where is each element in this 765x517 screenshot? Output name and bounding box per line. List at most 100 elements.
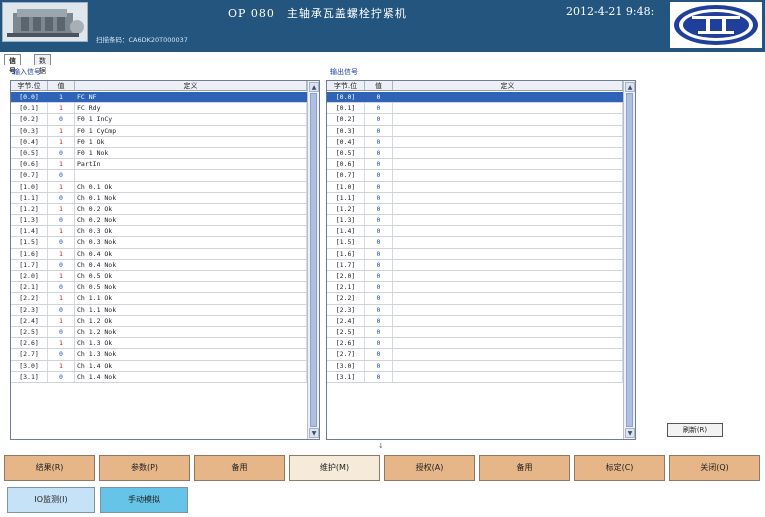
table-row[interactable]: [0.7] 0 bbox=[327, 170, 623, 182]
spare-button-2[interactable]: 备用 bbox=[479, 455, 570, 481]
cell-value: 0 bbox=[365, 114, 393, 125]
scroll-down-icon[interactable]: ▼ bbox=[625, 428, 635, 438]
cell-byte-bit: [3.0] bbox=[11, 360, 48, 371]
cell-byte-bit: [1.6] bbox=[327, 248, 365, 259]
cell-value: 0 bbox=[365, 125, 393, 136]
table-row[interactable]: [2.0] 1 Ch 0.5 Ok bbox=[11, 271, 307, 283]
table-row[interactable]: [0.6] 0 bbox=[327, 159, 623, 171]
table-row[interactable]: [1.2] 1 Ch 0.2 Ok bbox=[11, 203, 307, 216]
table-row[interactable]: [1.4] 1 Ch 0.3 Ok bbox=[11, 226, 307, 238]
table-row[interactable]: [0.4] 0 bbox=[327, 136, 623, 148]
table-row[interactable]: [1.0] 1 Ch 0.1 Ok bbox=[11, 181, 307, 193]
column-header-byte: 字节.位 bbox=[327, 81, 365, 90]
table-row[interactable]: [1.7] 0 bbox=[327, 259, 623, 271]
table-row[interactable]: [0.6] 1 PartIn bbox=[11, 159, 307, 171]
table-row[interactable]: [0.0] 0 bbox=[327, 92, 623, 104]
cell-value: 0 bbox=[365, 326, 393, 338]
cell-definition bbox=[75, 170, 307, 181]
cell-value: 0 bbox=[365, 215, 393, 226]
cell-value: 1 bbox=[48, 136, 75, 147]
cell-byte-bit: [0.5] bbox=[327, 147, 365, 159]
close-button[interactable]: 关闭(Q) bbox=[669, 455, 760, 481]
results-button[interactable]: 结果(R) bbox=[4, 455, 95, 481]
table-row[interactable]: [1.1] 0 Ch 0.1 Nok bbox=[11, 192, 307, 204]
cell-definition: Ch 0.2 Nok bbox=[75, 215, 307, 226]
scroll-thumb[interactable] bbox=[310, 93, 317, 427]
table-row[interactable]: [0.0] 1 FC NF bbox=[11, 92, 307, 104]
cell-definition bbox=[393, 237, 623, 248]
table-row[interactable]: [2.4] 1 Ch 1.2 Ok bbox=[11, 315, 307, 327]
table-row[interactable]: [0.4] 1 F0 1 Ok bbox=[11, 136, 307, 148]
spare-button-1[interactable]: 备用 bbox=[194, 455, 285, 481]
tab-signals[interactable]: 信号 bbox=[4, 54, 21, 75]
table-row[interactable]: [0.1] 1 FC Rdy bbox=[11, 103, 307, 115]
table-row[interactable]: [2.2] 1 Ch 1.1 Ok bbox=[11, 293, 307, 305]
cell-value: 0 bbox=[365, 304, 393, 315]
table-row[interactable]: [0.3] 1 F0 1 CyCmp bbox=[11, 125, 307, 137]
manual-simulation-button[interactable]: 手动模拟 bbox=[100, 487, 188, 513]
table-row[interactable]: [1.3] 0 bbox=[327, 215, 623, 227]
calibration-button[interactable]: 标定(C) bbox=[574, 455, 665, 481]
table-row[interactable]: [1.7] 0 Ch 0.4 Nok bbox=[11, 259, 307, 271]
table-row[interactable]: [2.5] 0 Ch 1.2 Nok bbox=[11, 326, 307, 339]
maintenance-button[interactable]: 维护(M) bbox=[289, 455, 380, 481]
table-row[interactable]: [3.0] 0 bbox=[327, 360, 623, 372]
table-row[interactable]: [2.0] 0 bbox=[327, 271, 623, 283]
cell-byte-bit: [0.5] bbox=[11, 147, 48, 159]
table-row[interactable]: [2.1] 0 Ch 0.5 Nok bbox=[11, 282, 307, 294]
table-row[interactable]: [1.5] 0 Ch 0.3 Nok bbox=[11, 237, 307, 249]
table-row[interactable]: [2.5] 0 bbox=[327, 326, 623, 339]
refresh-button[interactable]: 刷新(R) bbox=[667, 423, 723, 437]
table-row[interactable]: [3.1] 0 bbox=[327, 371, 623, 383]
table-row[interactable]: [1.3] 0 Ch 0.2 Nok bbox=[11, 215, 307, 227]
table-row[interactable]: [3.1] 0 Ch 1.4 Nok bbox=[11, 371, 307, 383]
input-table-scrollbar[interactable]: ▲ ▼ bbox=[307, 81, 319, 439]
table-row[interactable]: [2.7] 0 Ch 1.3 Nok bbox=[11, 349, 307, 361]
table-row[interactable]: [0.1] 0 bbox=[327, 103, 623, 115]
table-row[interactable]: [2.2] 0 bbox=[327, 293, 623, 305]
cell-definition: Ch 1.4 Nok bbox=[75, 371, 307, 382]
table-row[interactable]: [2.1] 0 bbox=[327, 282, 623, 294]
table-row[interactable]: [3.0] 1 Ch 1.4 Ok bbox=[11, 360, 307, 372]
cell-definition: Ch 0.1 Nok bbox=[75, 192, 307, 203]
cell-value: 0 bbox=[365, 136, 393, 147]
table-row[interactable]: [2.6] 0 bbox=[327, 338, 623, 350]
table-row[interactable]: [2.4] 0 bbox=[327, 315, 623, 327]
table-row[interactable]: [1.1] 0 bbox=[327, 192, 623, 204]
io-monitor-button[interactable]: IO监测(I) bbox=[7, 487, 95, 513]
table-row[interactable]: [2.3] 0 bbox=[327, 304, 623, 316]
table-row[interactable]: [0.5] 0 F0 1 Nok bbox=[11, 147, 307, 160]
cell-value: 1 bbox=[48, 203, 75, 215]
table-row[interactable]: [2.6] 1 Ch 1.3 Ok bbox=[11, 338, 307, 350]
scroll-thumb[interactable] bbox=[626, 93, 633, 427]
table-row[interactable]: [0.3] 0 bbox=[327, 125, 623, 137]
table-row[interactable]: [0.7] 0 bbox=[11, 170, 307, 182]
table-row[interactable]: [0.2] 0 F0 1 InCy bbox=[11, 114, 307, 126]
output-table-scrollbar[interactable]: ▲ ▼ bbox=[623, 81, 635, 439]
cell-definition: FC NF bbox=[75, 92, 307, 103]
authorization-button[interactable]: 授权(A) bbox=[384, 455, 475, 481]
scroll-up-icon[interactable]: ▲ bbox=[625, 82, 635, 92]
table-row[interactable]: [0.2] 0 bbox=[327, 114, 623, 126]
cell-definition bbox=[393, 326, 623, 338]
output-table-rows: [0.0] 0 [0.1] 0 [0.2] 0 [0.3] 0 [0.4] 0 [0.5] 0 [0.6… bbox=[327, 92, 623, 439]
scroll-up-icon[interactable]: ▲ bbox=[309, 82, 319, 92]
cell-value: 1 bbox=[48, 360, 75, 371]
cell-byte-bit: [0.1] bbox=[11, 103, 48, 114]
table-row[interactable]: [1.5] 0 bbox=[327, 237, 623, 249]
cell-value: 0 bbox=[365, 192, 393, 203]
scroll-down-icon[interactable]: ▼ bbox=[309, 428, 319, 438]
table-row[interactable]: [2.3] 0 Ch 1.1 Nok bbox=[11, 304, 307, 316]
cell-byte-bit: [0.3] bbox=[327, 125, 365, 136]
column-header-byte: 字节.位 bbox=[11, 81, 48, 90]
table-row[interactable]: [1.6] 1 Ch 0.4 Ok bbox=[11, 248, 307, 260]
parameters-button[interactable]: 参数(P) bbox=[99, 455, 190, 481]
table-row[interactable]: [1.6] 0 bbox=[327, 248, 623, 260]
table-row[interactable]: [1.4] 0 bbox=[327, 226, 623, 238]
tab-data[interactable]: 数据 bbox=[34, 54, 51, 75]
table-row[interactable]: [1.2] 0 bbox=[327, 203, 623, 216]
table-row[interactable]: [1.0] 0 bbox=[327, 181, 623, 193]
table-row[interactable]: [0.5] 0 bbox=[327, 147, 623, 160]
table-row[interactable]: [2.7] 0 bbox=[327, 349, 623, 361]
output-table-header: 字节.位 值 定义 bbox=[327, 81, 623, 91]
